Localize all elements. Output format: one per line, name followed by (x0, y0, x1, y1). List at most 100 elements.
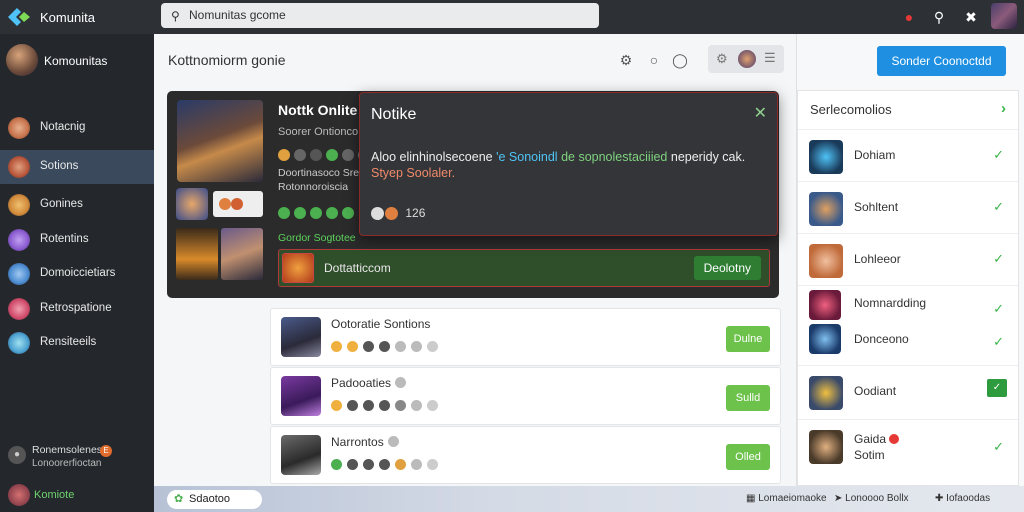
reaction-icon[interactable] (363, 400, 374, 412)
featured-thumb[interactable] (176, 188, 208, 220)
sidebar-item-label: Domoiccietiars (40, 267, 116, 279)
settings-icon[interactable]: ⚙ (616, 50, 636, 70)
close-icon[interactable]: ✕ (754, 103, 767, 123)
reaction-icon[interactable] (347, 459, 358, 471)
bottombar-item-2[interactable]: ➤ Lonoooo Bollx (834, 493, 909, 504)
sidebar-item-1[interactable]: Sotions (0, 150, 154, 184)
gear-icon[interactable]: ⚙ (716, 51, 728, 67)
notice-modal[interactable]: Notike ✕ Aloo elinhinolsecoene 'e Sonoin… (359, 92, 778, 236)
reactions[interactable] (331, 457, 443, 471)
checkbox-icon[interactable]: ✓ (987, 379, 1007, 397)
check-icon[interactable]: ✓ (993, 439, 1004, 455)
notification-icon[interactable]: ● (899, 7, 919, 27)
modal-link[interactable]: 'e Sonoindl (496, 150, 557, 164)
chevron-right-icon[interactable]: › (1001, 100, 1006, 117)
check-icon[interactable]: ✓ (993, 147, 1004, 163)
view-switcher[interactable]: ⚙ ☰ (708, 45, 784, 73)
reaction-icon[interactable] (411, 341, 422, 353)
reaction-icon[interactable] (342, 148, 354, 161)
reaction-icon[interactable] (347, 400, 358, 412)
check-icon[interactable]: ✓ (993, 301, 1004, 317)
list-item[interactable]: Nomnardding ✓ Donceono ✓ (798, 285, 1018, 355)
sidebar-item-5[interactable]: Retrospatione (0, 292, 154, 326)
list-item-button[interactable]: Olled (726, 444, 770, 470)
reaction-icon[interactable] (326, 206, 338, 219)
reaction-icon[interactable] (331, 400, 342, 412)
reaction-icon[interactable] (294, 206, 306, 219)
list-item[interactable]: Ootoratie Sontions Dulne (270, 308, 781, 366)
check-icon[interactable]: ✓ (993, 199, 1004, 215)
reaction-icon[interactable] (395, 459, 406, 471)
modal-body: Aloo elinhinolsecoene 'e Sonoindl de sop… (371, 149, 761, 181)
list-item[interactable]: Gaida Sotim ✓ (798, 419, 1018, 479)
sidebar-user[interactable]: Komounitas (6, 44, 154, 78)
list-item[interactable]: Narrontos Olled (270, 426, 781, 484)
reaction-icon[interactable] (427, 459, 438, 471)
search-toolbar-icon[interactable]: ⚲ (929, 7, 949, 27)
search-input[interactable] (189, 6, 589, 24)
sidebar-item-2[interactable]: Gonines (0, 188, 154, 222)
featured-emoji-strip[interactable] (213, 191, 263, 217)
avatar[interactable] (738, 50, 756, 68)
reaction-icon[interactable] (326, 148, 338, 161)
reaction-icon[interactable] (294, 148, 306, 161)
list-item[interactable]: Lohleeor ✓ (798, 233, 1018, 285)
chat-icon[interactable]: ○ (644, 50, 664, 70)
bottom-pill[interactable]: ✿ Sdaotoo (167, 490, 262, 509)
reaction-icon[interactable] (278, 148, 290, 161)
featured-artwork[interactable] (177, 100, 263, 182)
avatar (8, 229, 30, 251)
status-icon (387, 436, 399, 447)
reaction-icon[interactable] (342, 206, 354, 219)
reaction-icon[interactable] (331, 459, 342, 471)
reaction-icon[interactable] (427, 400, 438, 412)
featured-thumb-fire[interactable] (176, 228, 218, 280)
sidebar-item-4[interactable]: Domoiccietiars (0, 257, 154, 291)
bottombar-item-1[interactable]: ▦ Lomaeiomaoke (746, 493, 827, 504)
featured-action-bar[interactable]: Dottatticcom Deolotny (278, 249, 770, 287)
list-item-button[interactable]: Sulld (726, 385, 770, 411)
connect-button[interactable]: Sonder Coonoctdd (877, 46, 1006, 76)
reaction-icon[interactable] (363, 341, 374, 353)
reaction-icon[interactable] (310, 206, 322, 219)
reaction-icon[interactable] (331, 341, 342, 353)
sidebar-item-6[interactable]: Rensiteeils (0, 326, 154, 360)
reaction-icon[interactable] (379, 400, 390, 412)
reactions[interactable] (331, 339, 443, 353)
list-item[interactable]: Oodiant ✓ (798, 365, 1018, 417)
tools-icon[interactable]: ✖ (961, 7, 981, 27)
featured-reactions-2[interactable] (278, 205, 358, 219)
reaction-icon[interactable] (395, 400, 406, 412)
reactions[interactable] (331, 398, 443, 412)
reaction-icon[interactable] (411, 400, 422, 412)
reaction-icon[interactable] (379, 459, 390, 471)
list-item[interactable]: Dohiam ✓ (798, 129, 1018, 181)
action-bar-button[interactable]: Deolotny (693, 256, 761, 280)
user-avatar[interactable] (991, 3, 1017, 29)
status-icon[interactable]: ◯ (670, 50, 690, 70)
sidebar-item-label: Gonines (40, 198, 83, 210)
reaction-icon[interactable] (347, 341, 358, 353)
bottombar-item-3[interactable]: ✚ Iofaoodas (935, 493, 990, 504)
list-item-button[interactable]: Dulne (726, 326, 770, 352)
reaction-icon[interactable] (379, 341, 390, 353)
check-icon[interactable]: ✓ (993, 251, 1004, 267)
badge-icon (282, 253, 314, 283)
reaction-icon[interactable] (427, 341, 438, 353)
reaction-icon[interactable] (278, 206, 290, 219)
sidebar-item-0[interactable]: Notacnig (0, 111, 154, 145)
search-bar[interactable]: ⚲ (161, 3, 599, 28)
reaction-icon[interactable] (363, 459, 374, 471)
modal-text-c: de sopnolestaciiied (561, 150, 668, 164)
sidebar-item-3[interactable]: Rotentins (0, 223, 154, 257)
list-item[interactable]: Padooaties Sulld (270, 367, 781, 425)
list-icon[interactable]: ☰ (764, 50, 776, 66)
app-logo-icon[interactable] (8, 8, 30, 26)
reaction-icon[interactable] (395, 341, 406, 353)
featured-thumb-character[interactable] (221, 228, 263, 280)
check-icon[interactable]: ✓ (993, 334, 1004, 350)
list-item[interactable]: Sohltent ✓ (798, 181, 1018, 233)
avatar (809, 376, 843, 410)
reaction-icon[interactable] (310, 148, 322, 161)
reaction-icon[interactable] (411, 459, 422, 471)
